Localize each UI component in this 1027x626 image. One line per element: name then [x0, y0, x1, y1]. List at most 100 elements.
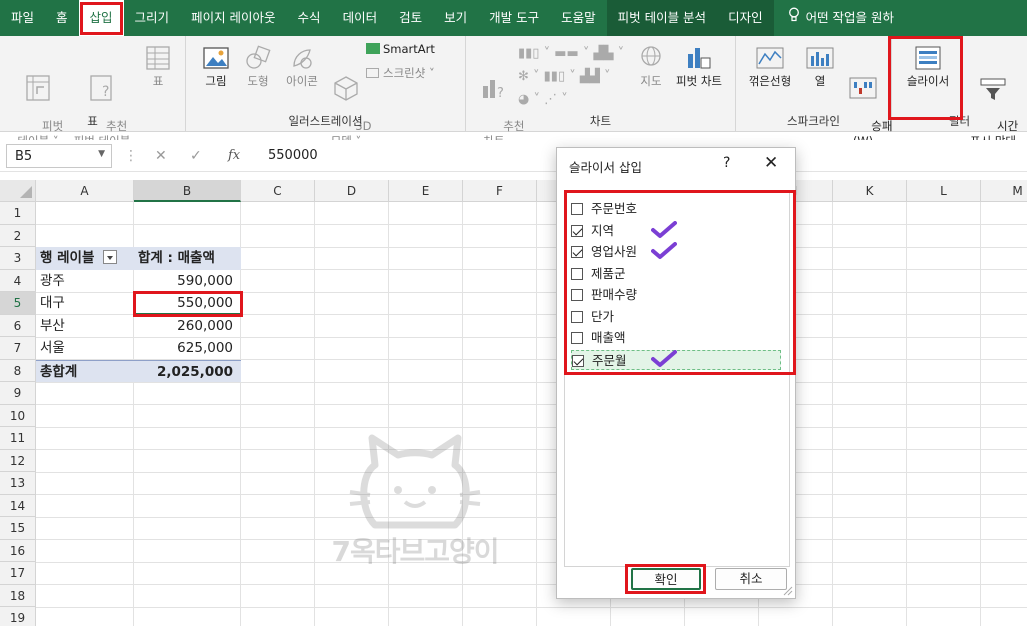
column-header-f[interactable]: F	[463, 180, 537, 202]
gridline-horizontal	[36, 584, 1027, 585]
pivot-row-value[interactable]: 625,000	[134, 337, 241, 360]
close-icon[interactable]: ✕	[764, 153, 778, 173]
ok-highlight-box	[625, 564, 706, 594]
screenshot-button[interactable]: 스크린샷 ˅	[366, 66, 461, 81]
maps-button[interactable]: 지도	[636, 44, 666, 89]
tab-help[interactable]: 도움말	[550, 0, 607, 36]
tab-pivot-analyze[interactable]: 피벗 테이블 분석	[606, 0, 718, 36]
cancel-icon[interactable]: ✕	[155, 148, 167, 164]
ribbon: 피벗 테이블 ˅ ? 추천 피벗 테이블 표 표 그림 도형	[0, 36, 1027, 148]
row-header-6[interactable]: 6	[0, 314, 36, 337]
pivot-row-value[interactable]: 260,000	[134, 315, 241, 338]
group-label-illustrations: 일러스트레이션	[288, 114, 363, 128]
tab-data[interactable]: 데이터	[332, 0, 389, 36]
tab-page-layout[interactable]: 페이지 레이아웃	[180, 0, 286, 36]
gridline-horizontal	[36, 224, 1027, 225]
insert-slicer-dialog: 슬라이서 삽입 ? ✕ 주문번호 지역 영업사원 제품군 판매수량 단가 매출액 주문월 확인…	[556, 147, 796, 599]
tab-file[interactable]: 파일	[0, 0, 45, 36]
column-sparkline-icon	[806, 47, 834, 69]
row-header-18[interactable]: 18	[0, 584, 36, 607]
column-header-a[interactable]: A	[36, 180, 134, 202]
row-header-9[interactable]: 9	[0, 382, 36, 405]
sparkline-line-button[interactable]: 꺾은선형	[742, 44, 798, 89]
column-header-c[interactable]: C	[241, 180, 315, 202]
tab-insert[interactable]: 삽입	[78, 0, 124, 36]
row-header-17[interactable]: 17	[0, 562, 36, 585]
tab-home[interactable]: 홈	[45, 0, 79, 36]
enter-icon[interactable]: ✓	[190, 148, 202, 164]
tab-design[interactable]: 디자인	[717, 0, 774, 36]
watermark: 7옥타브고양이	[320, 430, 510, 580]
row-header-10[interactable]: 10	[0, 404, 36, 427]
pivot-row-label[interactable]: 광주	[36, 270, 134, 293]
maps-label: 지도	[640, 74, 662, 88]
row-header-11[interactable]: 11	[0, 427, 36, 450]
row-header-14[interactable]: 14	[0, 494, 36, 517]
table-button[interactable]: 표	[138, 44, 178, 89]
row-header-15[interactable]: 15	[0, 517, 36, 540]
smartart-button[interactable]: SmartArt	[366, 42, 456, 57]
resize-grip-icon[interactable]	[783, 586, 793, 596]
shapes-button[interactable]: 도형	[238, 44, 278, 89]
formula-input[interactable]: 550000	[258, 144, 558, 168]
chart-type-buttons[interactable]: ▮▮▯ ˅ ▬▬ ˅ ▟▙ ˅ ✻ ˅ ▮▮▯ ˅ ▟▟ ˅ ◕ ˅ ⋰ ˅	[518, 42, 634, 111]
column-header-l[interactable]: L	[907, 180, 981, 202]
row-header-3[interactable]: 3	[0, 247, 36, 270]
select-all-corner[interactable]	[0, 180, 36, 202]
separator-icon: ⋮	[124, 148, 138, 164]
pivot-total-label[interactable]: 총합계	[36, 359, 134, 382]
column-chart-icon: ▮▮▯ ˅ ▬▬ ˅ ▟▙ ˅	[518, 46, 625, 61]
pivot-row-label[interactable]: 부산	[36, 315, 134, 338]
row-header-12[interactable]: 12	[0, 449, 36, 472]
row-header-2[interactable]: 2	[0, 224, 36, 247]
pivot-chart-button[interactable]: 피벗 차트	[668, 44, 730, 89]
tab-draw[interactable]: 그리기	[124, 0, 181, 36]
worksheet-grid[interactable]: ABCDEFGHIJKLM 12345678910111213141516171…	[0, 180, 1027, 626]
recommended-chart-icon: ?	[483, 80, 504, 101]
column-header-k[interactable]: K	[833, 180, 907, 202]
pivot-row-value[interactable]: 590,000	[134, 270, 241, 293]
tab-formulas[interactable]: 수식	[287, 0, 332, 36]
cube-icon	[334, 76, 358, 101]
cancel-button[interactable]: 취소	[715, 568, 787, 590]
gridline-horizontal	[36, 494, 1027, 495]
column-header-e[interactable]: E	[389, 180, 463, 202]
pivot-row-label[interactable]: 서울	[36, 337, 134, 360]
name-box[interactable]: B5 ▼	[6, 144, 112, 168]
filter-dropdown-icon[interactable]	[103, 250, 118, 264]
row-header-8[interactable]: 8	[0, 359, 36, 382]
tab-review[interactable]: 검토	[388, 0, 433, 36]
tell-me-box[interactable]: 어떤 작업을 원하	[774, 0, 905, 36]
pivot-row-label-header[interactable]: 행 레이블	[36, 247, 134, 270]
recommended-pivot-icon: ?	[90, 75, 112, 101]
row-header-7[interactable]: 7	[0, 337, 36, 360]
row-header-16[interactable]: 16	[0, 539, 36, 562]
icons-label: 아이콘	[286, 74, 318, 88]
icons-button[interactable]: 아이콘	[280, 44, 324, 89]
pivot-row-label[interactable]: 대구	[36, 292, 134, 315]
line-sparkline-icon	[756, 47, 784, 69]
gridline-horizontal	[36, 426, 1027, 428]
winloss-sparkline-icon	[849, 77, 877, 99]
tab-developer[interactable]: 개발 도구	[478, 0, 550, 36]
row-header-4[interactable]: 4	[0, 269, 36, 292]
column-header-m[interactable]: M	[981, 180, 1027, 202]
help-icon[interactable]: ?	[723, 155, 730, 171]
pivot-total-value[interactable]: 2,025,000	[134, 359, 241, 382]
tab-view[interactable]: 보기	[433, 0, 478, 36]
column-header-d[interactable]: D	[315, 180, 389, 202]
row-header-19[interactable]: 19	[0, 607, 36, 626]
group-label-sparklines: 스파크라인	[787, 114, 840, 128]
row-header-5[interactable]: 5	[0, 292, 36, 315]
gridline-horizontal	[36, 539, 1027, 540]
column-header-b[interactable]: B	[134, 180, 241, 202]
sparkline-column-button[interactable]: 열	[802, 44, 838, 89]
pivot-value-header[interactable]: 합계 : 매출액	[134, 247, 241, 270]
row-header-13[interactable]: 13	[0, 472, 36, 495]
svg-text:?: ?	[102, 84, 109, 100]
row-header-1[interactable]: 1	[0, 202, 36, 225]
pivot-chart-icon	[688, 48, 711, 69]
ribbon-tab-bar: 파일 홈 삽입 그리기 페이지 레이아웃 수식 데이터 검토 보기 개발 도구 …	[0, 0, 1027, 36]
fx-icon[interactable]: fx	[228, 148, 240, 163]
picture-button[interactable]: 그림	[196, 44, 236, 89]
